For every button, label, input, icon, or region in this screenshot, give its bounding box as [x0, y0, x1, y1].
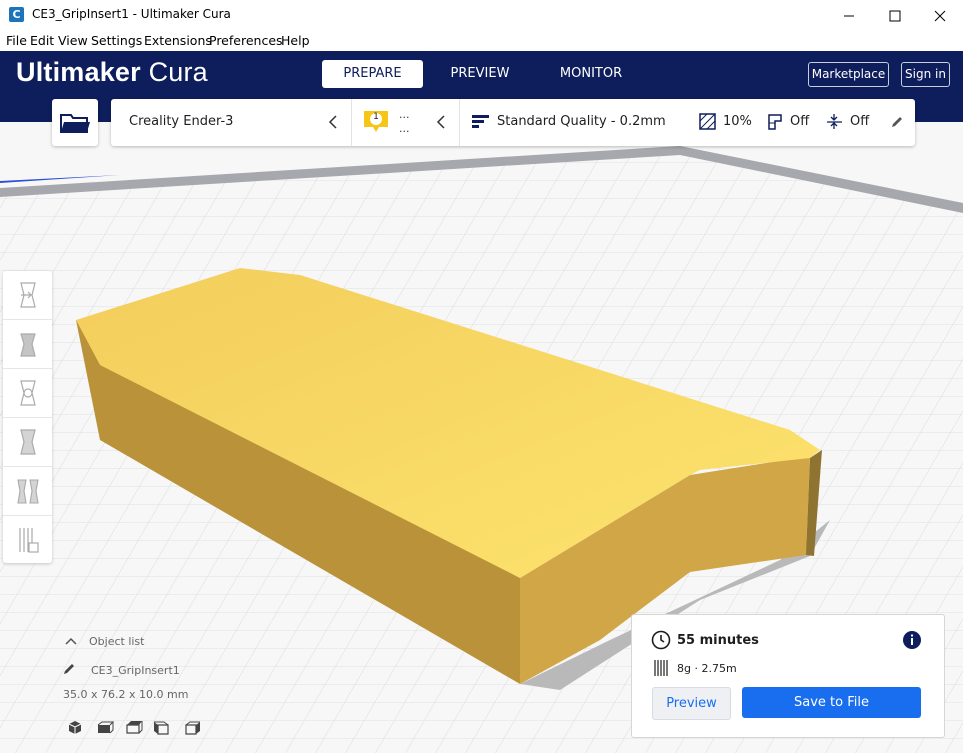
chevron-left-icon[interactable] — [328, 115, 338, 129]
rotate-icon — [19, 380, 36, 406]
sign-in-button[interactable]: Sign in — [901, 62, 950, 87]
preview-button[interactable]: Preview — [652, 687, 731, 720]
menu-settings[interactable]: Settings — [91, 33, 142, 48]
print-time: 55 minutes — [677, 633, 759, 648]
view-top-icon[interactable] — [126, 721, 143, 734]
menu-edit[interactable]: Edit — [30, 33, 54, 48]
move-tool-button[interactable] — [3, 271, 52, 320]
object-name: CE3_GripInsert1 — [91, 664, 180, 677]
per-model-settings-tool-button[interactable] — [3, 467, 52, 516]
maximize-icon — [889, 10, 901, 21]
menu-file[interactable]: File — [6, 33, 27, 48]
infill-value[interactable]: 10% — [723, 114, 752, 129]
material-estimate: 8g · 2.75m — [677, 662, 737, 675]
chevron-left-icon[interactable] — [436, 115, 446, 129]
per-model-settings-icon — [16, 479, 39, 504]
infill-icon — [699, 113, 716, 130]
clock-icon — [651, 630, 671, 650]
rotate-tool-button[interactable] — [3, 369, 52, 418]
window-title: CE3_GripInsert1 - Ultimaker Cura — [32, 7, 231, 21]
support-value[interactable]: Off — [790, 114, 809, 129]
brand-logo: Ultimaker Cura — [16, 57, 208, 87]
minimize-button[interactable] — [826, 0, 872, 31]
extruder-badge: 1 — [373, 112, 379, 122]
filament-spool-icon — [654, 660, 668, 676]
chevron-up-icon[interactable] — [64, 636, 78, 646]
menu-help[interactable]: Help — [281, 33, 310, 48]
info-icon[interactable] — [902, 630, 922, 650]
cura-app-icon: C — [9, 7, 24, 22]
maximize-button[interactable] — [872, 0, 918, 31]
close-button[interactable] — [917, 0, 963, 31]
tab-monitor[interactable]: MONITOR — [549, 60, 633, 88]
tab-preview[interactable]: PREVIEW — [440, 60, 520, 88]
menu-extensions[interactable]: Extensions — [144, 33, 212, 48]
object-dimensions: 35.0 x 76.2 x 10.0 mm — [63, 688, 189, 701]
support-blocker-icon — [18, 528, 39, 553]
mirror-tool-button[interactable] — [3, 418, 52, 467]
marketplace-button[interactable]: Marketplace — [808, 62, 889, 87]
extruder-material: ... — [399, 108, 410, 121]
folder-icon — [60, 114, 90, 133]
scale-tool-button[interactable] — [3, 320, 52, 369]
scale-icon — [19, 333, 36, 357]
object-list-toggle[interactable]: Object list — [89, 635, 144, 648]
quality-profile[interactable]: Standard Quality - 0.2mm — [497, 114, 666, 129]
pencil-icon[interactable] — [62, 662, 76, 676]
view-front-icon[interactable] — [97, 721, 115, 734]
pencil-icon[interactable] — [890, 115, 904, 129]
open-file-button[interactable] — [52, 99, 98, 146]
adhesion-value[interactable]: Off — [850, 114, 869, 129]
extruder-nozzle: ... — [399, 122, 410, 135]
quality-profile-icon — [472, 115, 489, 128]
minimize-icon — [844, 15, 854, 16]
support-blocker-tool-button[interactable] — [3, 516, 52, 564]
view-right-icon[interactable] — [185, 721, 200, 735]
save-to-file-button[interactable]: Save to File — [742, 687, 921, 718]
menu-view[interactable]: View — [58, 33, 88, 48]
tab-prepare[interactable]: PREPARE — [322, 60, 423, 88]
mirror-icon — [19, 429, 36, 455]
move-icon — [19, 282, 36, 308]
menu-preferences[interactable]: Preferences — [209, 33, 283, 48]
printer-selector[interactable]: Creality Ender-3 — [129, 114, 233, 129]
toolbar-divider — [459, 99, 460, 146]
adhesion-icon — [827, 114, 842, 129]
view-orientation-controls — [68, 721, 200, 735]
view-3d-icon[interactable] — [68, 721, 82, 734]
view-left-icon[interactable] — [154, 721, 169, 735]
close-icon — [934, 10, 946, 21]
support-icon — [768, 114, 782, 130]
toolbar-divider — [351, 99, 352, 146]
